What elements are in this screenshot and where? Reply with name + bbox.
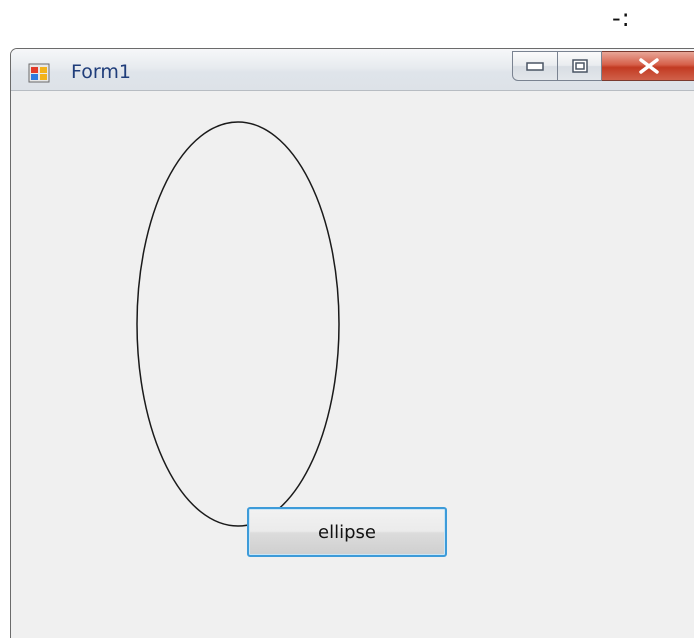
minimize-icon xyxy=(526,62,544,71)
screenshot-page: -: Form1 ellipse xyxy=(0,0,694,638)
close-icon xyxy=(638,58,659,74)
form-client-area: ellipse xyxy=(11,91,694,638)
drawn-ellipse xyxy=(136,121,340,527)
maximize-icon xyxy=(571,59,588,73)
corner-text: -: xyxy=(612,4,631,32)
close-button[interactable] xyxy=(602,51,694,81)
title-bar[interactable]: Form1 xyxy=(11,49,694,91)
minimize-button[interactable] xyxy=(512,51,558,81)
window-title: Form1 xyxy=(71,61,131,83)
form-app-icon[interactable] xyxy=(28,63,50,83)
ellipse-button[interactable]: ellipse xyxy=(247,507,447,557)
maximize-button[interactable] xyxy=(558,51,602,81)
form-window: Form1 ellipse xyxy=(10,48,694,638)
